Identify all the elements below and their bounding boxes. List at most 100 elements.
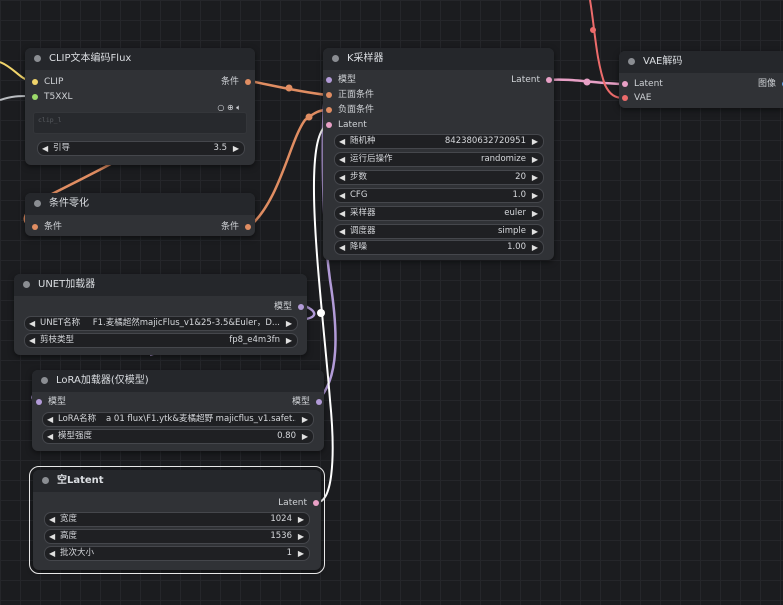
collapse-dot-icon[interactable]	[34, 55, 41, 62]
node-title-bar[interactable]: 条件零化	[25, 193, 255, 215]
input-pin-icon[interactable]	[326, 107, 332, 113]
ksampler-node[interactable]: K采样器 模型 正面条件 负面条件 Latent Latent ◀ 随机种 84…	[323, 48, 554, 260]
cfg-widget[interactable]: ◀ CFG 1.0 ▶	[334, 188, 544, 203]
input-pin-icon[interactable]	[622, 95, 628, 101]
lora-loader-model-only-node[interactable]: LoRA加载器(仅模型) 模型 模型 ◀ LoRA名称 a 01 flux\F1…	[32, 370, 324, 451]
lora-name-widget[interactable]: ◀ LoRA名称 a 01 flux\F1.ytk&麦橘超野 majicflus…	[42, 412, 314, 427]
model-strength-widget[interactable]: ◀ 模型强度 0.80 ▶	[42, 429, 314, 444]
vae-decode-node[interactable]: VAE解码 Latent VAE 图像	[619, 51, 783, 108]
circle-icon[interactable]: ○	[217, 103, 224, 112]
increment-arrow-icon[interactable]: ▶	[532, 153, 538, 166]
output-model[interactable]: 模型	[274, 301, 305, 313]
output-pin-icon[interactable]	[245, 224, 251, 230]
input-latent[interactable]: Latent	[325, 119, 367, 131]
clip-l-textarea[interactable]: clip_l	[33, 112, 247, 134]
node-title-bar[interactable]: UNET加载器	[14, 274, 307, 296]
conditioning-zero-out-node[interactable]: 条件零化 条件 条件	[25, 193, 255, 236]
output-image[interactable]: 图像	[758, 78, 783, 90]
node-title-bar[interactable]: VAE解码	[619, 51, 783, 73]
decrement-arrow-icon[interactable]: ◀	[339, 171, 345, 184]
increment-arrow-icon[interactable]: ▶	[302, 430, 308, 443]
decrement-arrow-icon[interactable]: ◀	[47, 413, 53, 426]
weight-dtype-widget[interactable]: ◀ 剪枝类型 fp8_e4m3fn ▶	[24, 333, 298, 348]
clip-text-encode-flux-node[interactable]: CLIP文本编码Flux CLIP T5XXL 条件 ○ ⊕ 🔈︎ clip_l…	[25, 48, 255, 165]
empty-latent-node[interactable]: 空Latent Latent ◀ 宽度 1024 ▶ ◀ 高度 1536 ▶ ◀…	[29, 466, 325, 574]
input-pin-icon[interactable]	[326, 122, 332, 128]
decrement-arrow-icon[interactable]: ◀	[29, 334, 35, 347]
input-pin-icon[interactable]	[36, 399, 42, 405]
input-pin-icon[interactable]	[32, 224, 38, 230]
node-title-bar[interactable]: LoRA加载器(仅模型)	[32, 370, 324, 392]
increment-arrow-icon[interactable]: ▶	[532, 207, 538, 220]
collapse-dot-icon[interactable]	[42, 477, 49, 484]
output-latent[interactable]: Latent	[511, 74, 553, 86]
decrement-arrow-icon[interactable]: ◀	[339, 135, 345, 148]
batch-size-widget[interactable]: ◀ 批次大小 1 ▶	[44, 546, 310, 561]
input-pin-icon[interactable]	[32, 94, 38, 100]
input-negative[interactable]: 负面条件	[325, 104, 374, 116]
input-model[interactable]: 模型	[35, 396, 66, 408]
unet-loader-node[interactable]: UNET加载器 模型 ◀ UNET名称 F1.麦橘超然majicFlus_v1&…	[14, 274, 307, 355]
input-pin-icon[interactable]	[326, 92, 332, 98]
decrement-arrow-icon[interactable]: ◀	[49, 513, 55, 526]
input-latent[interactable]: Latent	[621, 78, 663, 90]
increment-arrow-icon[interactable]: ▶	[532, 171, 538, 184]
decrement-arrow-icon[interactable]: ◀	[49, 530, 55, 543]
output-pin-icon[interactable]	[313, 500, 319, 506]
node-title-bar[interactable]: K采样器	[323, 48, 554, 70]
decrement-arrow-icon[interactable]: ◀	[339, 189, 345, 202]
width-widget[interactable]: ◀ 宽度 1024 ▶	[44, 512, 310, 527]
seed-widget[interactable]: ◀ 随机种 842380632720951 ▶	[334, 134, 544, 149]
collapse-dot-icon[interactable]	[628, 58, 635, 65]
increment-arrow-icon[interactable]: ▶	[298, 547, 304, 560]
decrement-arrow-icon[interactable]: ◀	[29, 317, 35, 330]
output-model[interactable]: 模型	[292, 396, 323, 408]
output-latent[interactable]: Latent	[278, 497, 320, 509]
guidance-widget[interactable]: ◀ 引导 3.5 ▶	[37, 141, 245, 156]
output-pin-icon[interactable]	[298, 304, 304, 310]
output-pin-icon[interactable]	[245, 79, 251, 85]
increment-arrow-icon[interactable]: ▶	[532, 241, 538, 254]
input-model[interactable]: 模型	[325, 74, 356, 86]
increment-arrow-icon[interactable]: ▶	[298, 530, 304, 543]
decrement-arrow-icon[interactable]: ◀	[339, 153, 345, 166]
node-title-bar[interactable]: CLIP文本编码Flux	[25, 48, 255, 70]
increment-arrow-icon[interactable]: ▶	[298, 513, 304, 526]
control-after-generate-widget[interactable]: ◀ 运行后操作 randomize ▶	[334, 152, 544, 167]
increment-arrow-icon[interactable]: ▶	[532, 225, 538, 238]
decrement-arrow-icon[interactable]: ◀	[339, 225, 345, 238]
decrement-arrow-icon[interactable]: ◀	[339, 207, 345, 220]
collapse-dot-icon[interactable]	[41, 377, 48, 384]
collapse-dot-icon[interactable]	[34, 200, 41, 207]
scheduler-widget[interactable]: ◀ 调度器 simple ▶	[334, 224, 544, 239]
increment-arrow-icon[interactable]: ▶	[286, 334, 292, 347]
input-pin-icon[interactable]	[326, 77, 332, 83]
input-conditioning[interactable]: 条件	[31, 221, 62, 233]
target-icon[interactable]: ⊕	[227, 103, 234, 112]
decrement-arrow-icon[interactable]: ◀	[339, 241, 345, 254]
output-pin-icon[interactable]	[316, 399, 322, 405]
input-pin-icon[interactable]	[32, 79, 38, 85]
increment-arrow-icon[interactable]: ▶	[532, 189, 538, 202]
increment-arrow-icon[interactable]: ▶	[286, 317, 292, 330]
output-conditioning[interactable]: 条件	[221, 76, 252, 88]
input-t5xxl[interactable]: T5XXL	[31, 91, 73, 103]
input-pin-icon[interactable]	[622, 81, 628, 87]
input-vae[interactable]: VAE	[621, 92, 651, 104]
height-widget[interactable]: ◀ 高度 1536 ▶	[44, 529, 310, 544]
unet-name-widget[interactable]: ◀ UNET名称 F1.麦橘超然majicFlus_v1&25-3.5&Eule…	[24, 316, 298, 331]
increment-arrow-icon[interactable]: ▶	[302, 413, 308, 426]
increment-arrow-icon[interactable]: ▶	[532, 135, 538, 148]
collapse-dot-icon[interactable]	[332, 55, 339, 62]
sampler-widget[interactable]: ◀ 采样器 euler ▶	[334, 206, 544, 221]
input-clip[interactable]: CLIP	[31, 76, 63, 88]
increment-arrow-icon[interactable]: ▶	[233, 142, 239, 155]
decrement-arrow-icon[interactable]: ◀	[49, 547, 55, 560]
speaker-icon[interactable]: 🔈︎	[236, 103, 241, 112]
output-pin-icon[interactable]	[546, 77, 552, 83]
node-title-bar[interactable]: 空Latent	[33, 470, 321, 492]
steps-widget[interactable]: ◀ 步数 20 ▶	[334, 170, 544, 185]
decrement-arrow-icon[interactable]: ◀	[47, 430, 53, 443]
collapse-dot-icon[interactable]	[23, 281, 30, 288]
denoise-widget[interactable]: ◀ 降噪 1.00 ▶	[334, 240, 544, 255]
